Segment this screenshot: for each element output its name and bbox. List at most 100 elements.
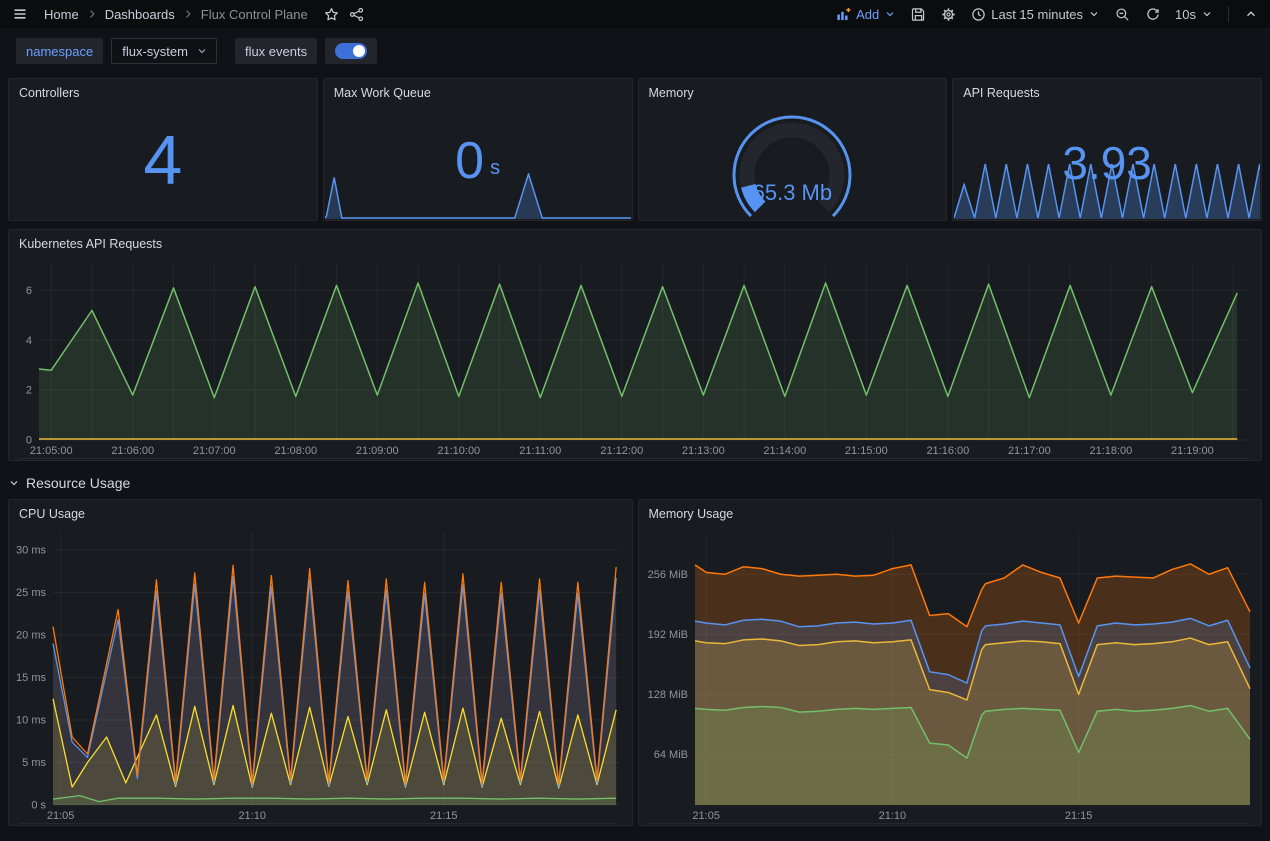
svg-text:21:15:00: 21:15:00	[845, 445, 888, 457]
kubernetes-api-requests-legend: MeanLast *total3.936.10errors00	[9, 458, 1261, 461]
resource-usage-row: CPU Usage 0 s5 ms10 ms15 ms20 ms25 ms30 …	[8, 499, 1262, 826]
row-resource-usage[interactable]: Resource Usage	[8, 467, 1262, 499]
svg-text:21:10:00: 21:10:00	[437, 445, 480, 457]
refresh-icon[interactable]	[1145, 7, 1160, 22]
svg-text:21:15: 21:15	[430, 810, 458, 822]
time-range-picker[interactable]: Last 15 minutes	[971, 7, 1100, 22]
panel-memory-gauge: Memory 65.3 Mb	[638, 78, 948, 221]
add-panel-icon	[836, 7, 851, 22]
save-dashboard-icon[interactable]	[911, 7, 926, 22]
workqueue-stat-value: 0s	[455, 113, 500, 187]
panel-controllers: Controllers 4	[8, 78, 318, 221]
toggle-knob	[335, 43, 367, 59]
legend-header: MeanLast *	[19, 823, 618, 826]
svg-text:21:10: 21:10	[238, 810, 266, 822]
panel-cpu-usage: CPU Usage 0 s5 ms10 ms15 ms20 ms25 ms30 …	[8, 499, 633, 826]
namespace-variable-select[interactable]: flux-system	[111, 38, 217, 64]
chevron-down-icon	[1201, 8, 1213, 20]
dashboard-settings-gear-icon[interactable]	[941, 7, 956, 22]
svg-text:21:05:00: 21:05:00	[30, 445, 73, 457]
panel-api-requests: API Requests 3.93	[952, 78, 1262, 221]
svg-text:21:19:00: 21:19:00	[1171, 445, 1214, 457]
svg-text:21:15: 21:15	[1064, 810, 1092, 822]
breadcrumb-dashboards[interactable]: Dashboards	[105, 7, 175, 22]
cpu-usage-chart[interactable]: 0 s5 ms10 ms15 ms20 ms25 ms30 ms21:0521:…	[9, 525, 632, 823]
chevron-down-icon	[196, 45, 208, 57]
panel-title[interactable]: Controllers	[9, 79, 317, 104]
memory-usage-chart[interactable]: 64 MiB 128 MiB 192 MiB 256 MiB 21:05 21:10 21:…	[639, 525, 1262, 823]
legend-header: MeanLast *	[649, 823, 1248, 826]
panel-title[interactable]: Memory	[639, 79, 947, 104]
svg-text:0 s: 0 s	[31, 800, 46, 812]
chevron-down-icon	[884, 8, 896, 20]
namespace-variable-label[interactable]: namespace	[16, 38, 103, 64]
svg-text:21:12:00: 21:12:00	[600, 445, 643, 457]
svg-text:21:18:00: 21:18:00	[1089, 445, 1132, 457]
svg-text:21:08:00: 21:08:00	[274, 445, 317, 457]
controllers-stat-value: 4	[143, 105, 182, 195]
svg-text:192 MiB: 192 MiB	[647, 629, 687, 641]
kubernetes-api-requests-chart[interactable]: 024621:05:0021:06:0021:07:0021:08:0021:0…	[9, 255, 1261, 458]
svg-text:21:05: 21:05	[47, 810, 75, 822]
memory-usage-legend: MeanLast *helm-controller-5967b94b84-rjk…	[639, 823, 1262, 826]
panel-memory-usage: Memory Usage 64 MiB 128 MiB 192 MiB 256 MiB…	[638, 499, 1263, 826]
svg-text:21:09:00: 21:09:00	[356, 445, 399, 457]
breadcrumb-current: Flux Control Plane	[201, 7, 308, 22]
menu-toggle-icon[interactable]	[12, 6, 28, 22]
add-button[interactable]: Add	[836, 7, 896, 22]
clock-icon	[971, 7, 986, 22]
svg-text:21:17:00: 21:17:00	[1008, 445, 1051, 457]
svg-text:21:16:00: 21:16:00	[926, 445, 969, 457]
flux-events-label: flux events	[235, 38, 317, 64]
svg-text:20 ms: 20 ms	[16, 630, 46, 642]
svg-text:2: 2	[26, 385, 32, 397]
svg-text:30 ms: 30 ms	[16, 545, 46, 557]
svg-text:21:14:00: 21:14:00	[763, 445, 806, 457]
api-requests-stat-value: 3.93	[1062, 114, 1152, 186]
svg-text:21:07:00: 21:07:00	[193, 445, 236, 457]
svg-text:256 MiB: 256 MiB	[647, 569, 687, 581]
nav-divider	[1228, 6, 1229, 22]
svg-text:21:05: 21:05	[692, 810, 720, 822]
chevron-down-icon	[1088, 8, 1100, 20]
panel-title[interactable]: API Requests	[953, 79, 1261, 104]
refresh-interval-picker[interactable]: 10s	[1175, 7, 1213, 22]
svg-text:21:11:00: 21:11:00	[519, 445, 561, 457]
kiosk-collapse-icon[interactable]	[1244, 7, 1258, 21]
dashboard-controls: namespace flux-system flux events	[0, 28, 1270, 74]
stat-row: Controllers 4 Max Work Queue 0s Memory 6…	[8, 78, 1262, 221]
chevron-down-icon	[8, 477, 20, 489]
panel-title[interactable]: CPU Usage	[9, 500, 632, 525]
breadcrumb-home[interactable]: Home	[44, 7, 79, 22]
svg-text:4: 4	[26, 335, 32, 347]
flux-events-toggle[interactable]	[325, 38, 377, 64]
panel-title[interactable]: Kubernetes API Requests	[9, 230, 1261, 255]
top-nav: Home Dashboards Flux Control Plane Add L…	[0, 0, 1270, 28]
svg-text:6: 6	[26, 285, 32, 297]
cpu-usage-legend: MeanLast *notification-controller-b7d856…	[9, 823, 632, 826]
section-title: Resource Usage	[26, 475, 130, 491]
chevron-right-icon	[86, 8, 98, 20]
svg-text:10 ms: 10 ms	[16, 715, 46, 727]
nav-actions: Add Last 15 minutes 10s	[836, 6, 1258, 22]
svg-text:21:13:00: 21:13:00	[682, 445, 725, 457]
share-icon[interactable]	[349, 7, 364, 22]
breadcrumb: Home Dashboards Flux Control Plane	[44, 7, 308, 22]
panel-title[interactable]: Memory Usage	[639, 500, 1262, 525]
namespace-variable-value: flux-system	[122, 44, 188, 59]
svg-text:64 MiB: 64 MiB	[653, 749, 687, 761]
svg-text:21:10: 21:10	[878, 810, 906, 822]
svg-text:15 ms: 15 ms	[16, 672, 46, 684]
svg-text:128 MiB: 128 MiB	[647, 689, 687, 701]
favorite-star-icon[interactable]	[324, 7, 339, 22]
panel-kubernetes-api-requests: Kubernetes API Requests 024621:05:0021:0…	[8, 229, 1262, 461]
panel-max-work-queue: Max Work Queue 0s	[323, 78, 633, 221]
workqueue-stat-unit: s	[490, 158, 500, 178]
zoom-out-icon[interactable]	[1115, 7, 1130, 22]
chevron-right-icon	[182, 8, 194, 20]
legend-header: MeanLast *	[19, 458, 1247, 461]
svg-text:21:06:00: 21:06:00	[111, 445, 154, 457]
panel-title[interactable]: Max Work Queue	[324, 79, 632, 104]
svg-text:25 ms: 25 ms	[16, 587, 46, 599]
memory-gauge-value: 65.3 Mb	[639, 180, 947, 206]
